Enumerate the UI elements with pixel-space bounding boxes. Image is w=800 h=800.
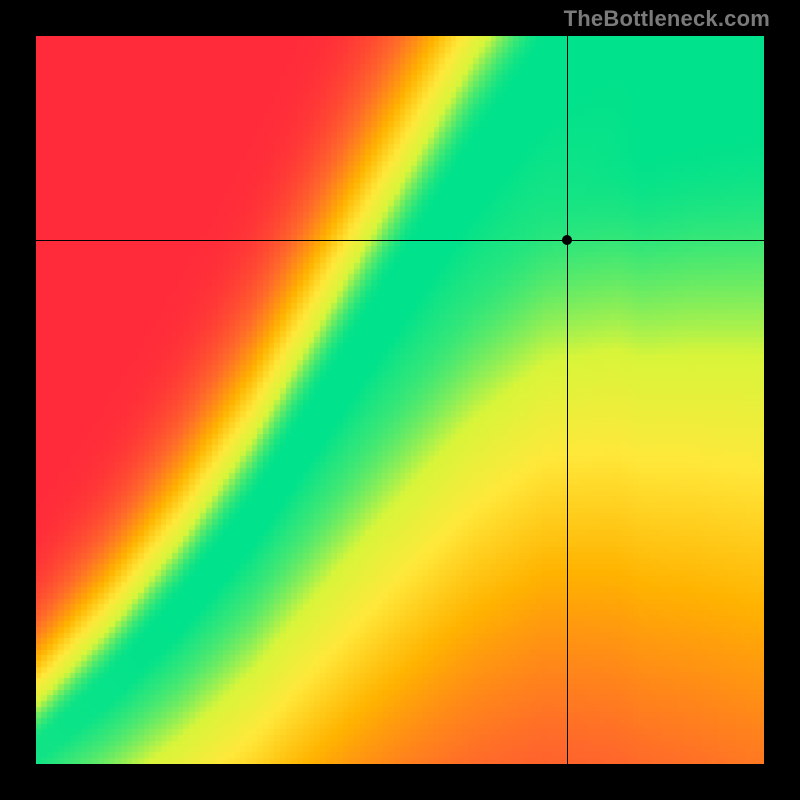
heatmap-plot (36, 36, 764, 764)
heatmap-canvas (36, 36, 764, 764)
chart-frame: TheBottleneck.com (0, 0, 800, 800)
watermark-text: TheBottleneck.com (564, 6, 770, 32)
